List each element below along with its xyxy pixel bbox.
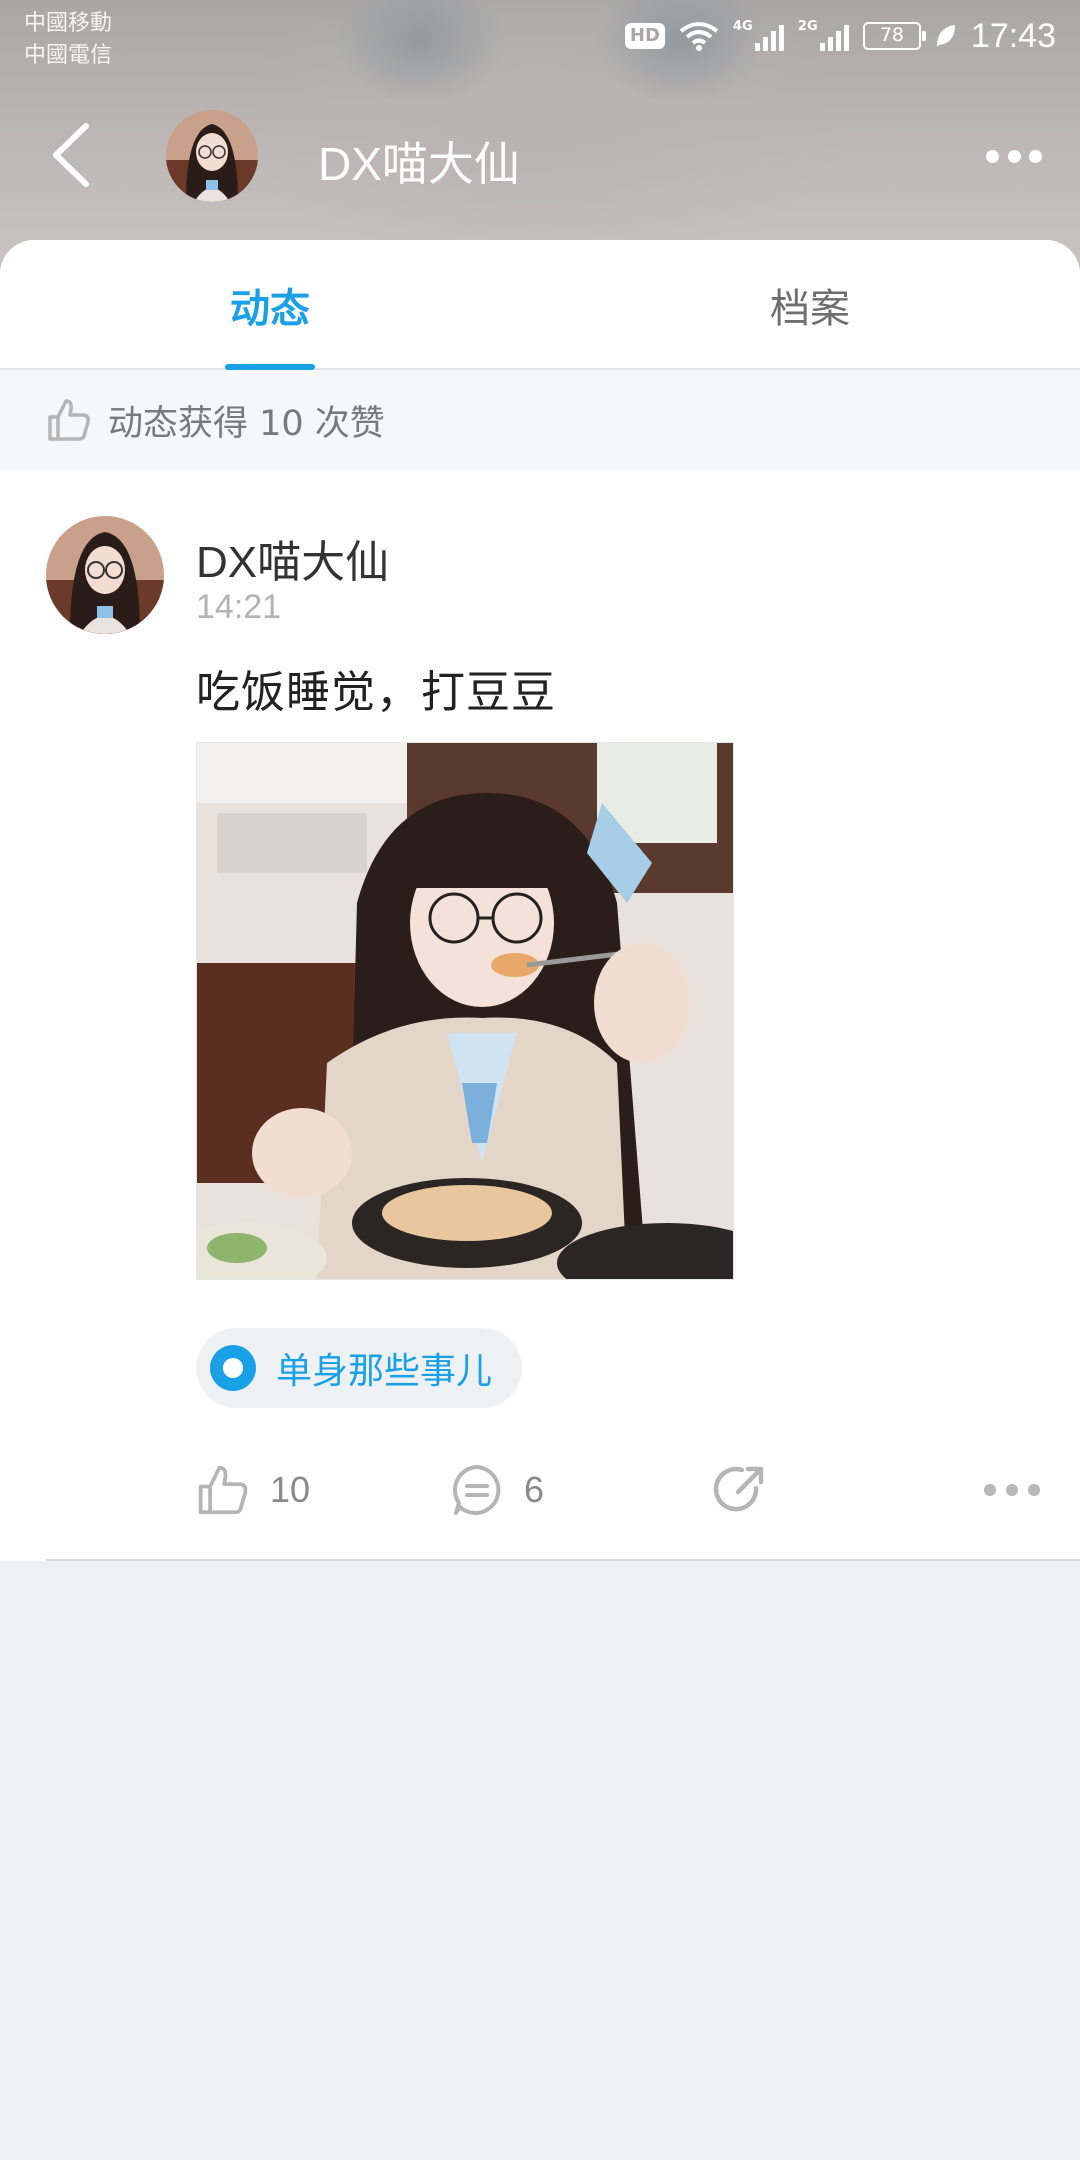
status-bar: 中國移動 中國電信 HD 4G 2G 78 17:43 (0, 0, 1080, 80)
back-button[interactable] (46, 120, 96, 190)
carrier-2: 中國電信 (24, 43, 113, 68)
header-avatar[interactable] (166, 110, 258, 202)
more-dot-icon (986, 149, 999, 163)
share-icon (713, 1466, 764, 1512)
tab-profile[interactable]: 档案 (540, 240, 1080, 370)
more-dot-icon (984, 1484, 996, 1496)
network-type-2: 2G (797, 19, 818, 34)
signal-icon-1: 4G (732, 19, 784, 51)
tab-feed[interactable]: 动态 (0, 240, 540, 370)
active-tab-indicator (225, 364, 315, 370)
post-more-button[interactable] (984, 1450, 1040, 1530)
more-dot-icon (1006, 1484, 1018, 1496)
share-button[interactable] (712, 1450, 768, 1530)
like-summary-text: 动态获得 10 次赞 (108, 403, 385, 444)
power-saving-leaf-icon (936, 25, 955, 47)
more-dot-icon (1007, 149, 1021, 163)
topic-chip[interactable]: 单身那些事儿 (196, 1328, 523, 1408)
thumbs-up-icon (48, 399, 90, 441)
post-divider (46, 1559, 1080, 1561)
back-arrow-icon (53, 123, 89, 187)
more-dot-icon (1028, 1484, 1040, 1496)
wifi-icon (679, 22, 719, 51)
signal-icon-2: 2G (797, 19, 849, 51)
post-timestamp: 14:21 (196, 588, 282, 626)
comment-count: 6 (524, 1469, 545, 1510)
post-action-bar: 10 6 (196, 1450, 1040, 1530)
post-author-name[interactable]: DX喵大仙 (196, 526, 389, 590)
feed-post: DX喵大仙 14:21 吃饭睡觉，打豆豆 单身那些事儿 10 6 (0, 470, 1080, 1561)
post-author-avatar[interactable] (46, 516, 164, 634)
thumbs-up-icon (198, 1465, 248, 1515)
like-count: 10 (270, 1469, 311, 1510)
post-text: 吃饭睡觉，打豆豆 (196, 667, 556, 718)
top-nav: DX喵大仙 (0, 90, 1080, 220)
clock: 17:43 (970, 16, 1056, 55)
comment-icon (452, 1465, 501, 1515)
tab-bar: 动态 档案 (0, 240, 1080, 370)
more-dot-icon (1029, 149, 1042, 163)
like-button[interactable]: 10 (196, 1450, 310, 1530)
post-photo[interactable] (196, 742, 734, 1280)
battery-icon: 78 (862, 22, 926, 50)
comment-button[interactable]: 6 (450, 1450, 544, 1530)
hd-icon: HD (624, 23, 665, 49)
more-options-button[interactable] (986, 136, 1042, 176)
carrier-info: 中國移動 中國電信 (24, 8, 112, 72)
topic-label: 单身那些事儿 (276, 1351, 493, 1392)
topic-icon (210, 1345, 256, 1391)
network-type-1: 4G (732, 19, 753, 34)
content-sheet: 动态 档案 动态获得 10 次赞 DX喵大仙 14:21 吃饭睡觉，打豆豆 单身… (0, 240, 1080, 2160)
like-summary-banner: 动态获得 10 次赞 (0, 370, 1080, 470)
page-title: DX喵大仙 (318, 138, 520, 190)
carrier-1: 中國移動 (24, 11, 113, 36)
